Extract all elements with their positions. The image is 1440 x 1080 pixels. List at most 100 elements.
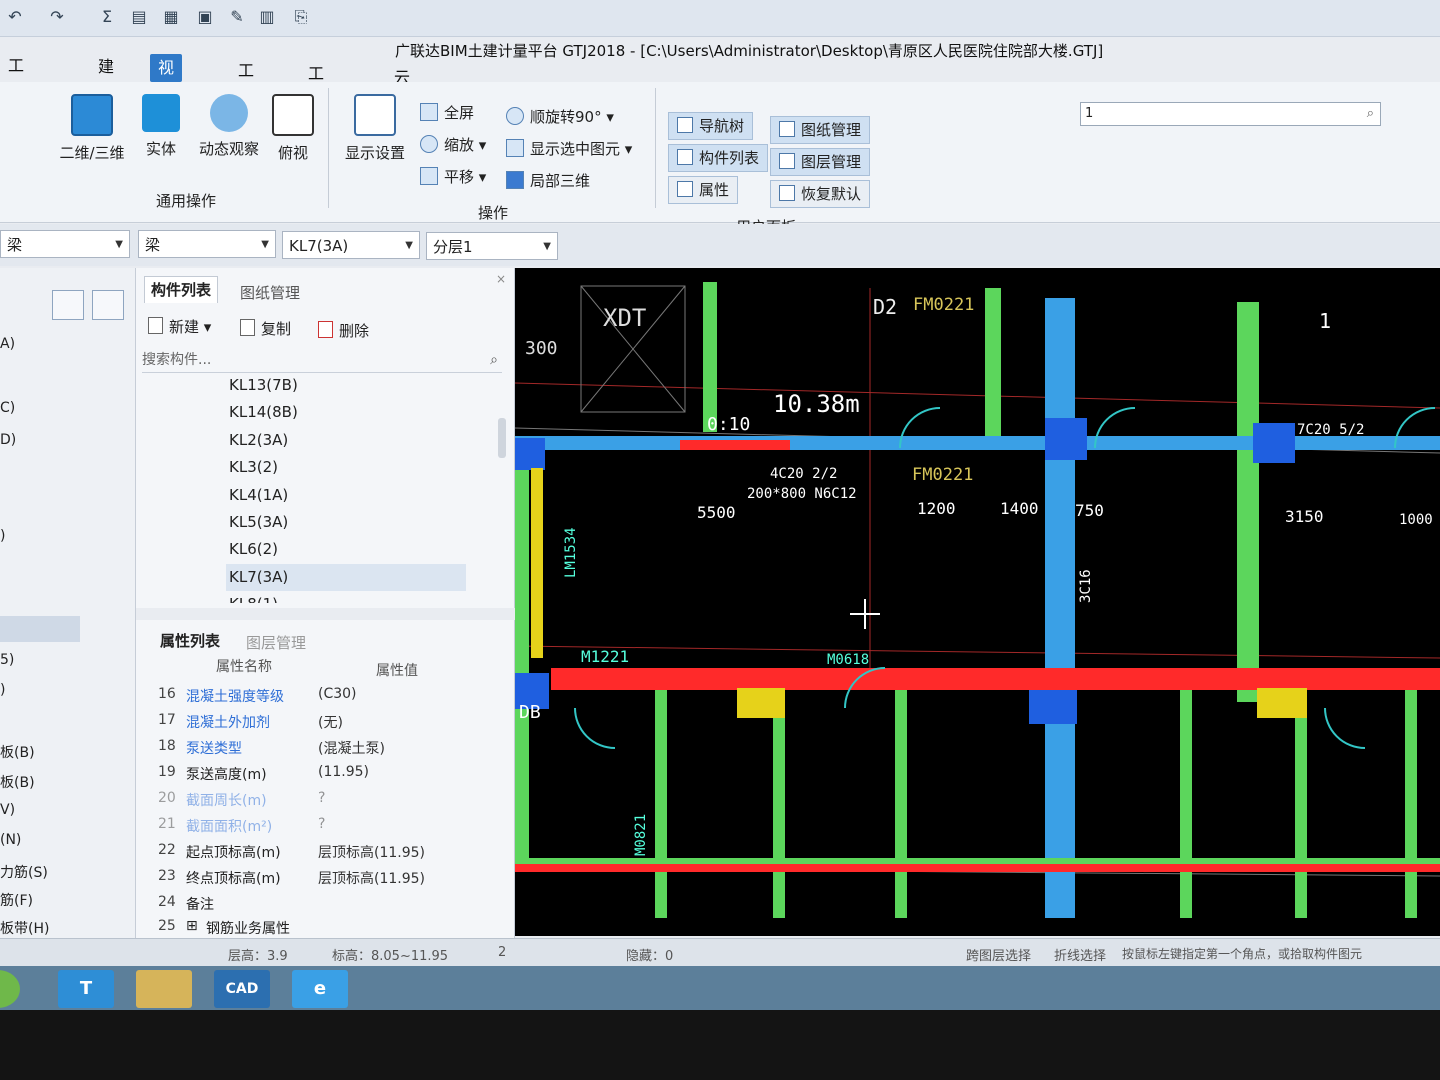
layer-mgmt-button[interactable]: 图层管理 xyxy=(770,148,871,176)
property-value[interactable]: (11.95) xyxy=(318,764,369,780)
property-value[interactable]: (C30) xyxy=(318,686,357,702)
category-select[interactable]: 梁 ▼ xyxy=(0,230,130,258)
table-row[interactable]: 19 泵送高度(m) (11.95) xyxy=(136,764,514,790)
ribbon-search-input[interactable]: 1 ⌕ xyxy=(1080,102,1381,126)
tab-component-list[interactable]: 构件列表 xyxy=(144,276,219,303)
floor-plan-drawing[interactable]: XDT 300 D2 FM0221 10.38m 0:10 4C20 2/2 2… xyxy=(515,268,1440,936)
undo-icon[interactable]: ↶ xyxy=(6,8,24,26)
fullscreen-button[interactable]: 全屏 xyxy=(420,100,474,126)
search-icon[interactable]: ⌕ xyxy=(490,348,498,372)
rotate-button[interactable]: 顺旋转90° ▾ xyxy=(506,104,614,130)
delete-button[interactable]: 删除 xyxy=(318,320,369,341)
report-icon[interactable]: ▣ xyxy=(196,8,214,26)
layer-select[interactable]: 分层1 ▼ xyxy=(426,232,558,260)
property-value[interactable]: (混凝土泵) xyxy=(318,738,385,758)
tab-drawing-management[interactable]: 图纸管理 xyxy=(234,280,306,306)
top-view-button[interactable]: 俯视 xyxy=(268,94,318,163)
taskbar-app-t[interactable]: T xyxy=(58,970,114,1008)
list-item[interactable]: KL8(1) xyxy=(226,591,466,603)
table-row[interactable]: 21 截面面积(m²)? xyxy=(136,816,514,842)
scrollbar[interactable] xyxy=(498,418,506,458)
drawing-mgmt-button[interactable]: 图纸管理 xyxy=(770,116,871,144)
nav-tree-item[interactable]: 板(B) xyxy=(0,772,35,792)
component-select[interactable]: KL7(3A) ▼ xyxy=(282,231,420,259)
detail-view-icon[interactable] xyxy=(92,290,124,320)
start-icon[interactable] xyxy=(0,970,20,1008)
tab-view[interactable]: 视图 xyxy=(150,54,183,105)
polyline-select-toggle[interactable]: 折线选择 xyxy=(1054,945,1106,964)
nav-tree-item[interactable]: 板带(H) xyxy=(0,918,49,938)
grid-icon[interactable]: ▥ xyxy=(258,8,276,26)
table-row[interactable]: 22 起点顶标高(m) 层顶标高(11.95) xyxy=(136,842,514,868)
nav-tree-item[interactable]: 筋(F) xyxy=(0,890,33,910)
table-row[interactable]: 23 终点顶标高(m) 层顶标高(11.95) xyxy=(136,868,514,894)
list-item[interactable]: KL5(3A) xyxy=(226,509,466,536)
nav-tree-item[interactable]: ) xyxy=(0,528,5,544)
nav-tree-item[interactable]: C) xyxy=(0,400,15,416)
nav-tree-item[interactable]: 板(B) xyxy=(0,742,35,762)
window-title: 广联达BIM土建计量平台 GTJ2018 - [C:\Users\Adminis… xyxy=(395,42,1104,60)
nav-tree-item[interactable]: 5) xyxy=(0,652,14,668)
browser-icon[interactable]: e xyxy=(292,970,348,1008)
taskbar-app-cad[interactable]: CAD xyxy=(214,970,270,1008)
copy-button[interactable]: 复制 xyxy=(240,318,291,339)
fullscreen-icon xyxy=(420,103,438,121)
property-value[interactable]: (无) xyxy=(318,712,343,732)
property-value[interactable]: 层顶标高(11.95) xyxy=(318,842,425,862)
nav-tree-item[interactable]: D) xyxy=(0,432,16,448)
cross-layer-select-toggle[interactable]: 跨图层选择 xyxy=(966,945,1031,964)
property-name: 泵送类型 xyxy=(186,741,242,757)
cad-drawing-canvas[interactable]: XDT 300 D2 FM0221 10.38m 0:10 4C20 2/2 2… xyxy=(515,268,1440,936)
pan-button[interactable]: 平移 ▾ xyxy=(420,164,486,190)
component-list-button[interactable]: 构件列表 xyxy=(668,144,769,172)
nav-tree-item[interactable]: A) xyxy=(0,336,15,352)
new-button[interactable]: 新建 ▾ xyxy=(148,316,211,337)
nav-tree-item[interactable]: 力筋(S) xyxy=(0,862,48,882)
solid-button[interactable]: 实体 xyxy=(132,94,190,159)
expand-icon[interactable]: ⊞ xyxy=(186,918,198,934)
nav-tree-item[interactable]: (N) xyxy=(0,832,21,848)
list-item[interactable]: KL3(2) xyxy=(226,454,466,481)
table-row[interactable]: 18 泵送类型 (混凝土泵) xyxy=(136,738,514,764)
2d-3d-button[interactable]: 二维/三维 xyxy=(56,94,128,163)
nav-tree-item[interactable]: V) xyxy=(0,802,15,818)
local-3d-button[interactable]: 局部三维 xyxy=(506,168,590,194)
pencil-icon[interactable]: ✎ xyxy=(228,8,246,26)
export-icon[interactable]: ⎘ xyxy=(292,8,310,26)
tab-layer-management[interactable]: 图层管理 xyxy=(240,630,312,656)
properties-button[interactable]: 属性 xyxy=(668,176,739,204)
list-view-icon[interactable] xyxy=(52,290,84,320)
tab-modeling[interactable]: 建模 xyxy=(90,53,122,104)
tab-tools[interactable]: 工具 xyxy=(230,57,262,108)
orbit-button[interactable]: 动态观察 xyxy=(192,94,266,159)
close-icon[interactable]: × xyxy=(496,272,506,286)
table-row[interactable]: 17 混凝土外加剂 (无) xyxy=(136,712,514,738)
type-select[interactable]: 梁 ▼ xyxy=(138,230,276,258)
search-icon[interactable]: ⌕ xyxy=(1367,103,1374,125)
tab-property-list[interactable]: 属性列表 xyxy=(154,628,226,654)
table-row[interactable]: 24 备注 xyxy=(136,894,514,920)
view-report-icon[interactable]: ▦ xyxy=(162,8,180,26)
list-item[interactable]: KL2(3A) xyxy=(226,427,466,454)
list-item[interactable]: KL14(8B) xyxy=(226,399,466,426)
nav-tree-item[interactable]: ) xyxy=(0,682,5,698)
list-item-selected[interactable]: KL7(3A) xyxy=(226,563,466,592)
display-settings-button[interactable]: 显示设置 xyxy=(338,94,412,163)
component-search-input[interactable]: 搜索构件... ⌕ xyxy=(142,348,502,373)
table-row[interactable]: 20 截面周长(m)? xyxy=(136,790,514,816)
sum-icon[interactable]: Σ xyxy=(98,8,116,26)
chart-icon[interactable]: ▤ xyxy=(130,8,148,26)
restore-default-button[interactable]: 恢复默认 xyxy=(770,180,871,208)
show-selected-button[interactable]: 显示选中图元 ▾ xyxy=(506,136,632,162)
ribbon-separator xyxy=(328,88,329,208)
zoom-button[interactable]: 缩放 ▾ xyxy=(420,132,486,158)
redo-icon[interactable]: ↷ xyxy=(48,8,66,26)
property-value[interactable]: 层顶标高(11.95) xyxy=(318,868,425,888)
folder-icon[interactable] xyxy=(136,970,192,1008)
list-item[interactable]: KL4(1A) xyxy=(226,482,466,509)
tab-project-settings[interactable]: 工程设置 xyxy=(0,52,32,159)
nav-tree-button[interactable]: 导航树 xyxy=(668,112,754,140)
table-row[interactable]: 16 混凝土强度等级 (C30) xyxy=(136,686,514,712)
list-item[interactable]: KL6(2) xyxy=(226,536,466,563)
list-item[interactable]: KL13(7B) xyxy=(226,372,466,399)
